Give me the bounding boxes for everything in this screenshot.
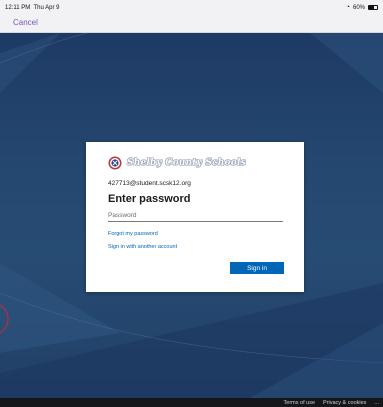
status-time-date: 12:11 PM Thu Apr 9 [5,5,60,11]
terms-link[interactable]: Terms of use [284,400,315,406]
page-title: Enter password [108,193,191,205]
forgot-password-link[interactable]: Forgot my password [108,231,158,237]
wifi-icon: ◔ [345,4,350,11]
status-bar: 12:11 PM Thu Apr 9 ◔ 60% [0,0,383,15]
password-input[interactable] [108,210,283,222]
status-time: 12:11 PM [5,4,31,11]
cancel-button[interactable]: Cancel [13,18,38,27]
status-date: Thu Apr 9 [33,4,60,11]
battery-percent: 60% [352,4,365,11]
navigation-bar: Cancel [0,15,383,33]
battery-icon [368,5,378,10]
org-logo: Shelby County Schools [108,156,246,170]
privacy-link[interactable]: Privacy & cookies [323,400,366,406]
more-options-button[interactable]: ... [374,400,379,406]
org-name: Shelby County Schools [127,158,246,168]
school-seal-icon [108,156,122,170]
footer: Terms of use Privacy & cookies ... [0,398,383,407]
status-right: ◔ 60% [346,4,378,11]
signin-card: Shelby County Schools 427713@student.scs… [86,142,304,292]
battery-fill [369,6,374,9]
account-email: 427713@student.scsk12.org [108,180,191,187]
another-account-link[interactable]: Sign in with another account [108,244,177,250]
sign-in-button[interactable]: Sign in [230,262,284,274]
